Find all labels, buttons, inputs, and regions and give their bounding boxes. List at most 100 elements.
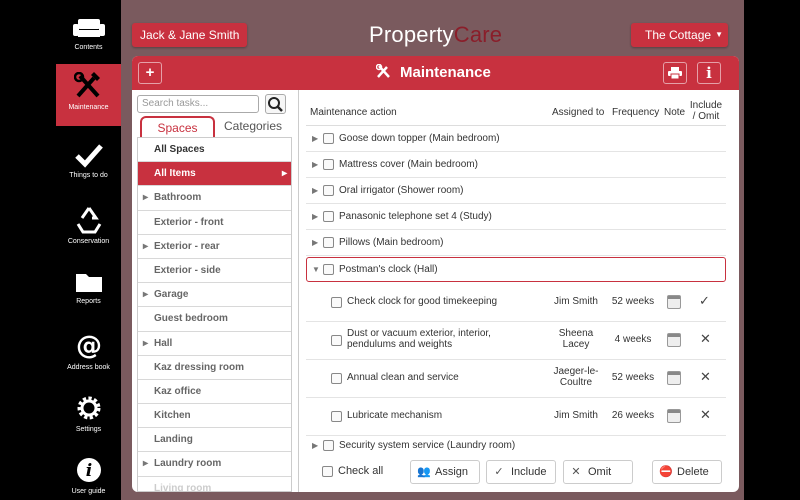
tab-spaces[interactable]: Spaces <box>140 116 215 138</box>
include-button[interactable]: ✓ Include <box>486 460 556 484</box>
check-all-label: Check all <box>338 465 384 477</box>
omit-mark[interactable]: ✕ <box>700 331 711 347</box>
table-row[interactable]: ▶ Security system service (Laundry room) <box>306 436 726 456</box>
subtask-row[interactable]: Lubricate mechanism Jim Smith 26 weeks ✕ <box>306 398 726 436</box>
maintenance-panel: + Maintenance i Search tasks... Spaces C… <box>132 56 739 492</box>
list-item[interactable]: Living room <box>138 477 291 491</box>
subtask-assigned: Jim Smith <box>554 410 598 421</box>
row-checkbox[interactable] <box>323 264 334 275</box>
nav-label: Reports <box>76 298 101 305</box>
table-row[interactable]: ▶ Pillows (Main bedroom) <box>306 230 726 256</box>
col-assigned: Assigned to <box>552 107 605 118</box>
row-checkbox[interactable] <box>323 133 334 144</box>
row-checkbox[interactable] <box>331 411 342 422</box>
expand-icon[interactable]: ▶ <box>312 212 318 221</box>
row-checkbox[interactable] <box>323 440 334 451</box>
checkmark-icon: ✓ <box>494 466 504 478</box>
omit-mark[interactable]: ✕ <box>700 369 711 385</box>
list-item[interactable]: Kaz dressing room <box>138 356 291 380</box>
list-item[interactable]: All Items <box>138 162 291 187</box>
nav-contents[interactable]: Contents <box>56 10 121 72</box>
collapse-icon[interactable]: ▼ <box>312 265 320 274</box>
row-checkbox[interactable] <box>331 297 342 308</box>
nav-things-to-do[interactable]: Things to do <box>56 134 121 196</box>
row-label: Goose down topper (Main bedroom) <box>339 133 500 144</box>
table-row[interactable]: ▶ Goose down topper (Main bedroom) <box>306 126 726 152</box>
note-icon[interactable] <box>667 333 681 347</box>
table-row-selected[interactable]: ▼ Postman's clock (Hall) <box>306 257 726 282</box>
table-row[interactable]: ▶ Mattress cover (Main bedroom) <box>306 152 726 178</box>
include-mark[interactable]: ✓ <box>699 293 710 309</box>
gear-icon <box>77 396 100 420</box>
list-item[interactable]: Laundry room <box>138 452 291 477</box>
list-item[interactable]: Hall <box>138 332 291 356</box>
subtask-row[interactable]: Annual clean and service Jaeger-le-Coult… <box>306 360 726 398</box>
row-label: Mattress cover (Main bedroom) <box>339 159 478 170</box>
subtask-row[interactable]: Dust or vacuum exterior, interior, pendu… <box>306 322 726 360</box>
at-icon: @ <box>76 332 102 360</box>
list-item[interactable]: All Spaces <box>138 138 291 163</box>
note-icon[interactable] <box>667 295 681 309</box>
expand-icon[interactable]: ▶ <box>312 134 318 143</box>
search-input[interactable]: Search tasks... <box>137 95 259 113</box>
maintenance-table: Maintenance action Assigned to Frequency… <box>306 98 726 456</box>
omit-mark[interactable]: ✕ <box>700 407 711 423</box>
assign-button[interactable]: 👥 Assign <box>410 460 480 484</box>
subtask-action: Annual clean and service <box>347 372 459 383</box>
include-label: Include <box>511 466 547 478</box>
nav-reports[interactable]: Reports <box>56 262 121 324</box>
list-item[interactable]: Kitchen <box>138 404 291 429</box>
delete-button[interactable]: ⛔ Delete <box>652 460 722 484</box>
row-checkbox[interactable] <box>323 185 334 196</box>
list-item[interactable]: Guest bedroom <box>138 307 291 332</box>
nav-user-guide[interactable]: i User guide <box>56 448 121 500</box>
expand-icon[interactable]: ▶ <box>312 160 318 169</box>
printer-icon <box>668 67 682 80</box>
row-checkbox[interactable] <box>323 159 334 170</box>
list-item[interactable]: Kaz office <box>138 380 291 405</box>
delete-icon: ⛔ <box>659 466 673 478</box>
expand-icon[interactable]: ▶ <box>312 238 318 247</box>
row-checkbox[interactable] <box>323 211 334 222</box>
omit-button[interactable]: ✕ Omit <box>563 460 633 484</box>
check-all-checkbox[interactable] <box>322 466 333 477</box>
list-item[interactable]: Exterior - side <box>138 259 291 284</box>
table-row[interactable]: ▶ Oral irrigator (Shower room) <box>306 178 726 204</box>
subtask-frequency: 4 weeks <box>614 334 652 345</box>
list-item[interactable]: Garage <box>138 283 291 308</box>
expand-icon[interactable]: ▶ <box>312 441 318 450</box>
add-button[interactable]: + <box>138 62 162 84</box>
nav-conservation[interactable]: Conservation <box>56 198 121 260</box>
expand-icon[interactable]: ▶ <box>312 186 318 195</box>
nav-maintenance[interactable]: Maintenance <box>56 64 121 126</box>
tab-categories[interactable]: Categories <box>220 116 286 138</box>
col-include-line1: Include <box>689 100 723 111</box>
nav-label: Conservation <box>67 238 110 245</box>
left-margin <box>0 0 56 500</box>
note-icon[interactable] <box>667 371 681 385</box>
subtask-row[interactable]: Check clock for good timekeeping Jim Smi… <box>306 284 726 322</box>
list-item[interactable]: Landing <box>138 428 291 453</box>
table-row[interactable]: ▶ Panasonic telephone set 4 (Study) <box>306 204 726 230</box>
owner-button[interactable]: Jack & Jane Smith <box>132 23 248 47</box>
row-checkbox[interactable] <box>331 373 342 384</box>
panel-header: + Maintenance i <box>132 56 739 90</box>
list-item[interactable]: Bathroom <box>138 186 291 211</box>
note-icon[interactable] <box>667 409 681 423</box>
info-icon: i <box>76 458 101 482</box>
check-all-button[interactable]: Check all <box>308 460 404 484</box>
action-bar: Check all 👥 Assign ✓ Include ✕ Omit ⛔ Delete <box>308 460 728 488</box>
nav-settings[interactable]: Settings <box>56 386 121 448</box>
print-button[interactable] <box>663 62 687 84</box>
property-select[interactable]: The Cottage ▼ <box>631 23 728 47</box>
search-button[interactable] <box>265 94 286 114</box>
info-button[interactable]: i <box>697 62 721 84</box>
nav-label: Things to do <box>69 172 108 179</box>
row-checkbox[interactable] <box>331 335 342 346</box>
row-checkbox[interactable] <box>323 237 334 248</box>
list-item[interactable]: Exterior - rear <box>138 235 291 259</box>
list-item[interactable]: Exterior - front <box>138 211 291 235</box>
subtask-assigned: Jaeger-le-Coultre <box>553 366 599 388</box>
row-label: Oral irrigator (Shower room) <box>339 185 464 196</box>
nav-address-book[interactable]: @ Address book <box>56 324 121 386</box>
